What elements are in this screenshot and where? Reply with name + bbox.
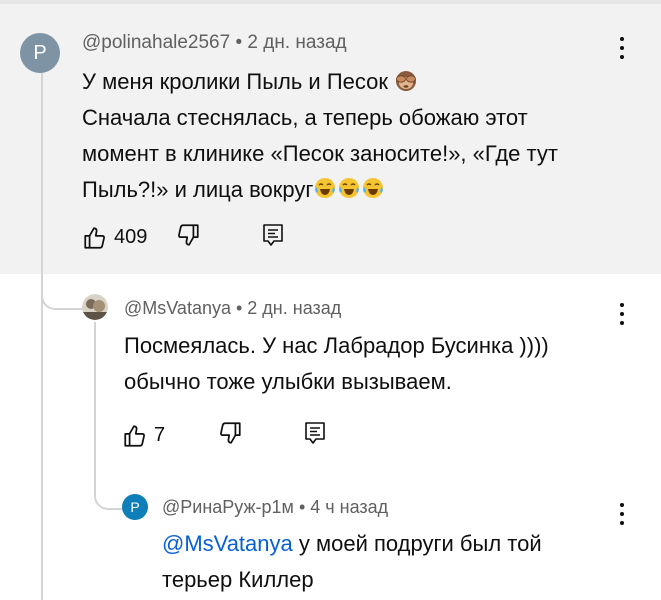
dislike-button[interactable] bbox=[217, 420, 243, 451]
like-count: 7 bbox=[154, 424, 166, 446]
reply-text: Посмеялась. У нас Лабрадор Бусинка )))) … bbox=[124, 328, 549, 400]
comment-actions: 409 bbox=[82, 222, 285, 253]
timestamp[interactable]: 2 дн. назад bbox=[247, 298, 341, 318]
mention-link[interactable]: @MsVatanya bbox=[162, 531, 293, 556]
reply-button[interactable] bbox=[261, 222, 285, 253]
thread-connector-reply1 bbox=[41, 272, 85, 310]
reply-line: @MsVatanya у моей подруги был той bbox=[162, 531, 542, 556]
see-no-evil-monkey-emoji bbox=[396, 71, 417, 91]
comment-line: Сначала стеснялась, а теперь обожаю этот bbox=[82, 105, 528, 130]
reply-comment-icon bbox=[263, 224, 284, 246]
like-button[interactable] bbox=[82, 225, 108, 251]
comment-line: Пыль?!» и лица вокруг bbox=[82, 172, 558, 208]
comment-meta: @polinahale2567 • 2 дн. назад bbox=[82, 32, 347, 54]
reply-meta: @РинаРуж-р1м • 4 ч назад bbox=[162, 497, 388, 518]
avatar[interactable] bbox=[82, 294, 108, 320]
reply-button[interactable] bbox=[303, 420, 327, 451]
reply-meta: @MsVatanya • 2 дн. назад bbox=[124, 298, 341, 319]
author-name[interactable]: @MsVatanya bbox=[124, 298, 231, 318]
avatar-letter: P bbox=[33, 41, 47, 64]
reply-comment-icon bbox=[305, 422, 325, 444]
avatar-letter: P bbox=[130, 499, 140, 515]
tears-of-joy-emoji-group bbox=[313, 177, 385, 202]
thread-line-main bbox=[41, 68, 43, 600]
thread-connector-reply2 bbox=[94, 470, 122, 510]
like-count: 409 bbox=[114, 226, 148, 248]
tears-of-joy-emoji bbox=[339, 178, 360, 198]
comment-line: момент в клинике «Песок заносите!», «Где… bbox=[82, 141, 558, 166]
reply-line: Посмеялась. У нас Лабрадор Бусинка )))) bbox=[124, 333, 549, 358]
comment-text: У меня кролики Пыль и Песок Сначала стес… bbox=[82, 64, 558, 208]
thumbs-up-icon bbox=[84, 226, 105, 249]
author-name[interactable]: @polinahale2567 bbox=[82, 32, 230, 53]
more-options-icon[interactable] bbox=[618, 503, 626, 525]
reply-line: терьер Киллер bbox=[162, 567, 314, 592]
thread-line-reply1 bbox=[94, 322, 96, 484]
tears-of-joy-emoji bbox=[315, 178, 336, 198]
tears-of-joy-emoji bbox=[363, 178, 384, 198]
thumbs-down-icon bbox=[178, 224, 199, 246]
comment-line: У меня кролики Пыль и Песок bbox=[82, 64, 558, 100]
more-options-icon[interactable] bbox=[618, 303, 626, 325]
meta-separator: • bbox=[230, 298, 248, 318]
reply-line: обычно тоже улыбки вызываем. bbox=[124, 369, 452, 394]
more-options-icon[interactable] bbox=[618, 37, 626, 59]
thumbs-up-icon bbox=[124, 424, 145, 447]
meta-separator: • bbox=[230, 32, 248, 53]
dislike-button[interactable] bbox=[175, 222, 201, 253]
timestamp[interactable]: 2 дн. назад bbox=[247, 32, 346, 53]
avatar[interactable]: P bbox=[122, 494, 148, 520]
timestamp[interactable]: 4 ч назад bbox=[310, 497, 388, 517]
reply-actions: 7 bbox=[122, 420, 327, 451]
author-name[interactable]: @РинаРуж-р1м bbox=[162, 497, 294, 517]
thumbs-down-icon bbox=[220, 422, 241, 444]
reply-text: @MsVatanya у моей подруги был той терьер… bbox=[162, 526, 542, 598]
meta-separator: • bbox=[293, 497, 311, 517]
avatar[interactable]: P bbox=[20, 33, 60, 73]
like-button[interactable] bbox=[122, 423, 148, 449]
